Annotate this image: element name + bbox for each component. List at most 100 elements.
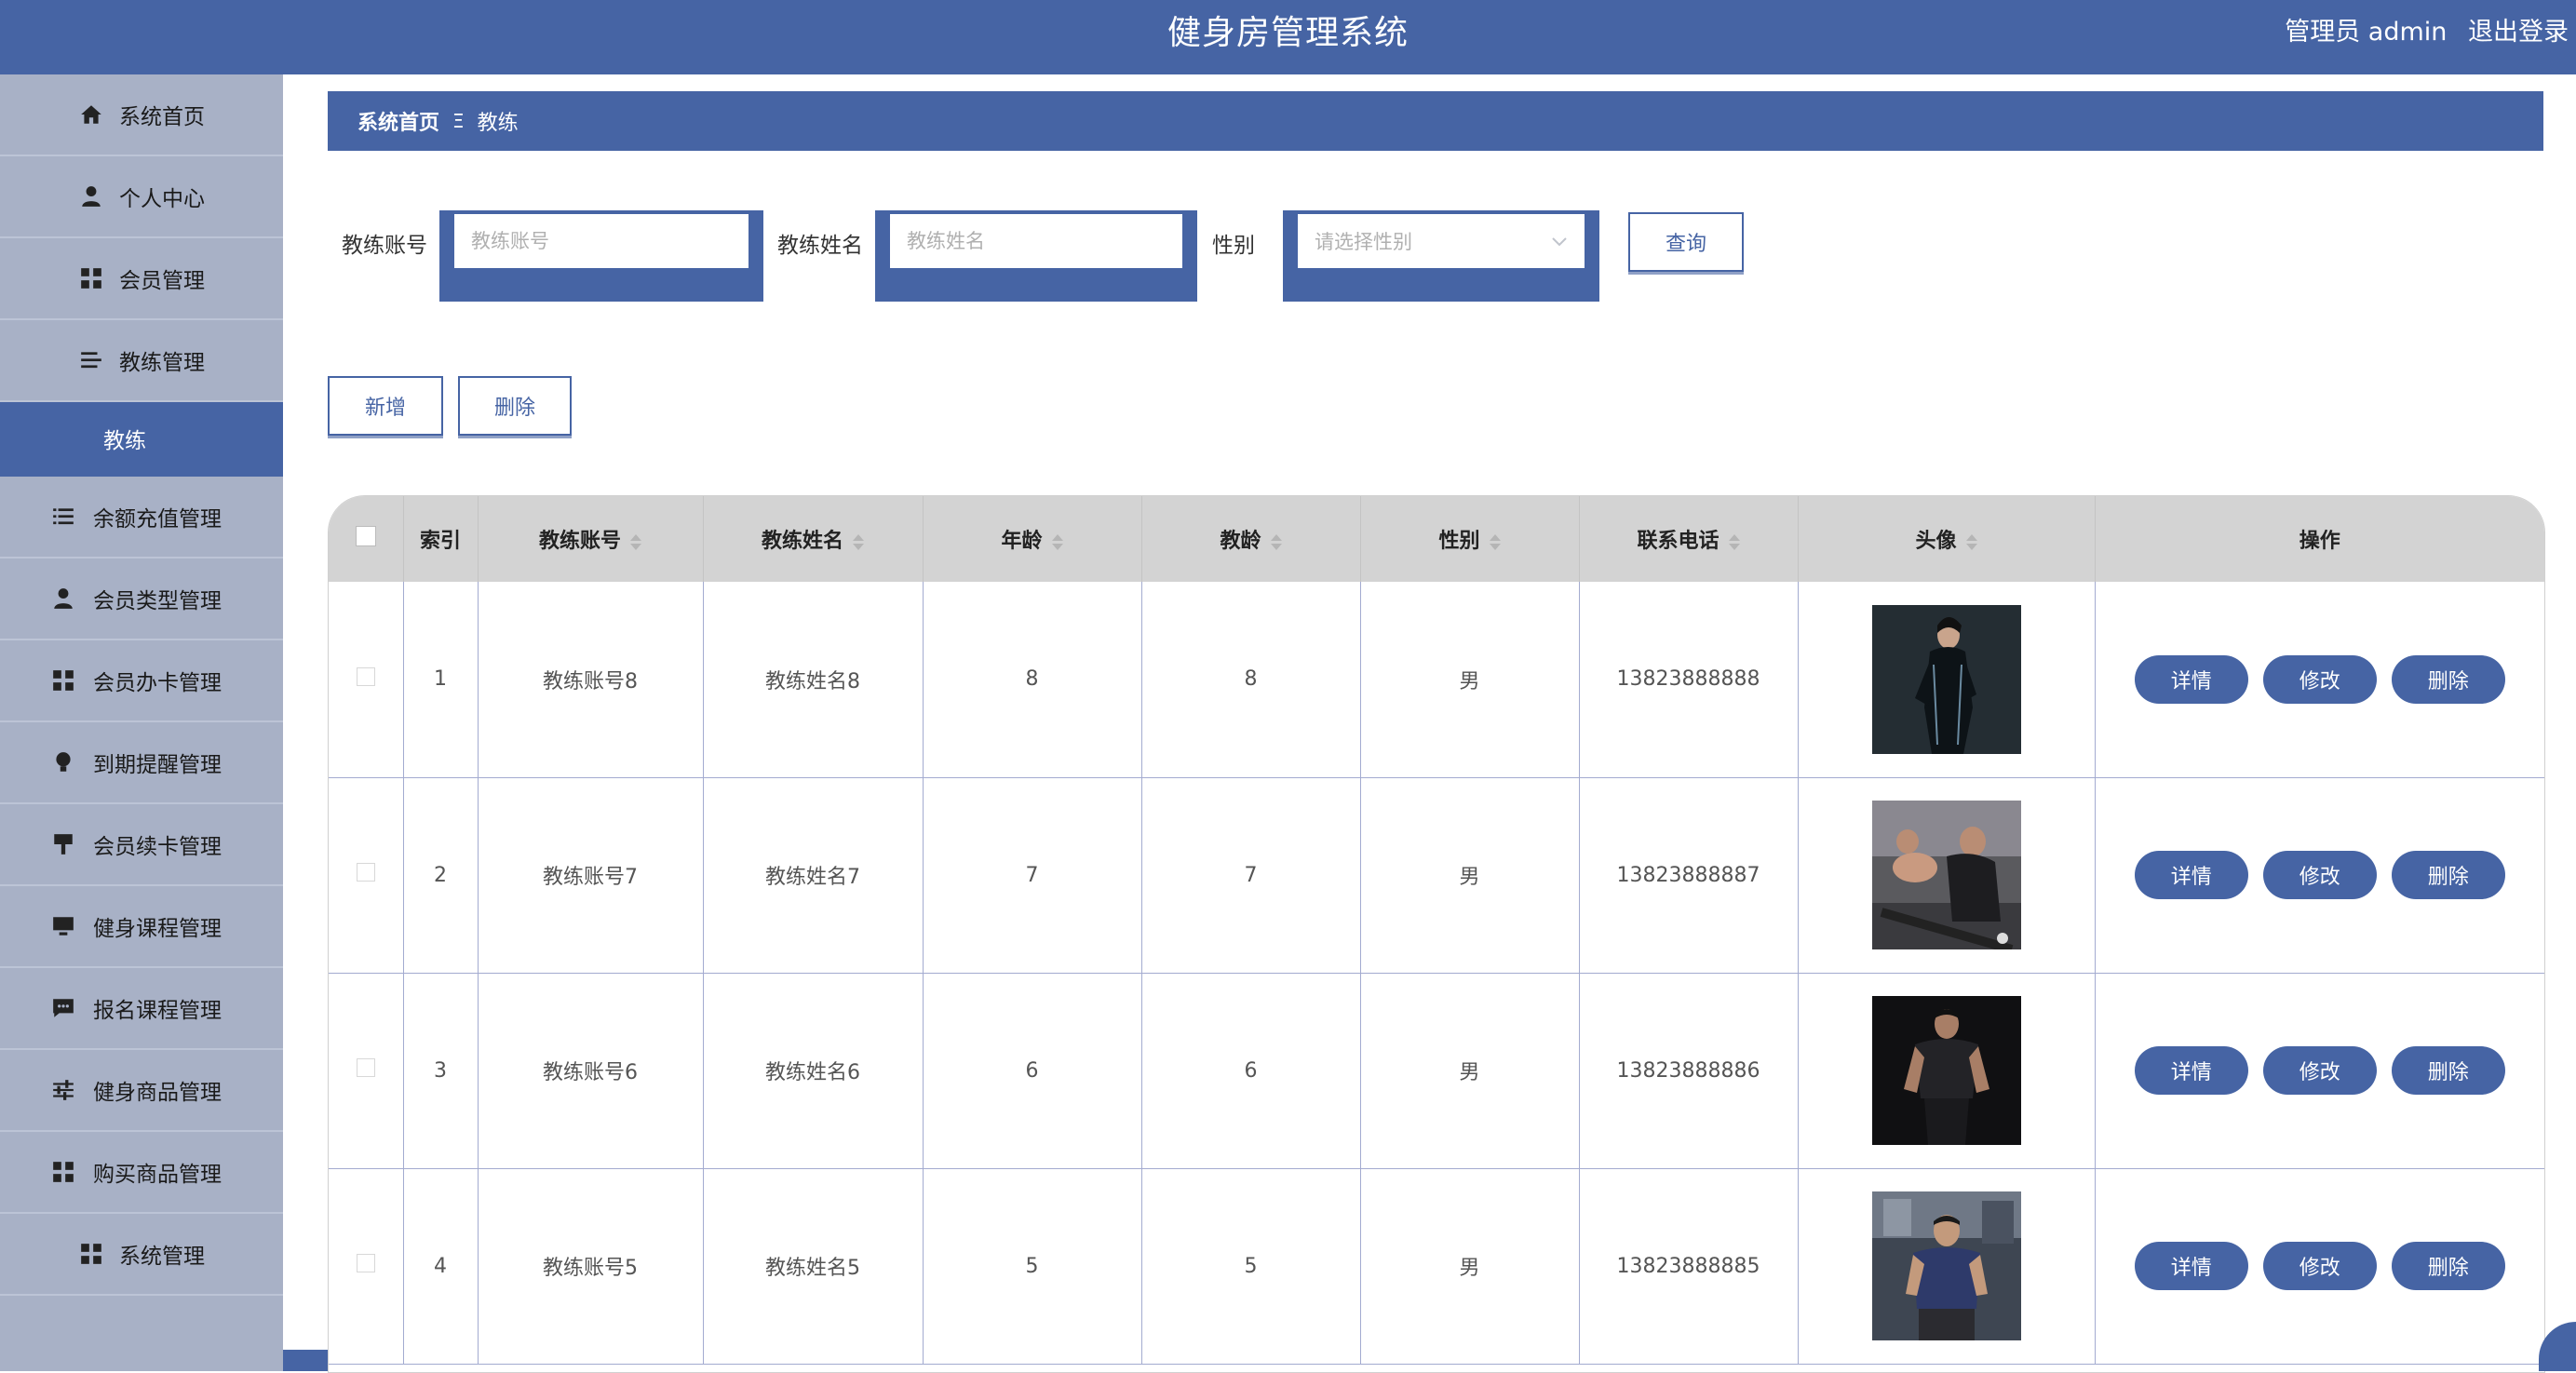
sidebar-item-card-renew[interactable]: 会员续卡管理 [0,804,283,886]
sidebar-item-label: 系统管理 [119,1245,205,1269]
cell-name: 教练姓名8 [703,582,924,778]
row-checkbox[interactable] [356,666,375,686]
query-button[interactable]: 查询 [1628,212,1744,272]
sidebar-item-course-enroll[interactable]: 报名课程管理 [0,968,283,1050]
detail-button[interactable]: 详情 [2134,851,2248,899]
header-account[interactable]: 教练账号 [478,496,704,582]
header-avatar[interactable]: 头像 [1798,496,2096,582]
delete-button[interactable]: 删除 [2391,1242,2505,1290]
header-index: 索引 [403,496,479,582]
cell-age: 6 [923,973,1142,1169]
user-area: 管理员 admin 退出登录 [2272,0,2569,65]
name-input[interactable] [890,214,1182,268]
table-row: 1 教练账号8 教练姓名8 8 8 男 13823888888 详情 修改 删除 [329,582,2544,778]
breadcrumb-home[interactable]: 系统首页 [357,106,439,136]
edit-button[interactable]: 修改 [2262,851,2377,899]
header-name[interactable]: 教练姓名 [703,496,924,582]
cell-years: 8 [1141,582,1361,778]
cell-gender: 男 [1360,582,1580,778]
header-label: 头像 [1915,530,1957,553]
sidebar-item-course[interactable]: 健身课程管理 [0,886,283,968]
sort-icon [1489,533,1501,550]
edit-button[interactable]: 修改 [2262,1046,2377,1095]
row-actions: 详情 修改 删除 [2097,851,2544,899]
avatar [1871,1191,2021,1340]
edit-button[interactable]: 修改 [2262,654,2377,704]
header-age[interactable]: 年龄 [923,496,1142,582]
edit-button[interactable]: 修改 [2262,1242,2377,1290]
sidebar-item-label: 会员类型管理 [93,589,222,613]
sidebar-item-label: 健身商品管理 [93,1081,222,1105]
detail-button[interactable]: 详情 [2134,654,2248,704]
header-label: 联系电话 [1637,530,1720,553]
cell-age: 5 [923,1168,1142,1365]
avatar [1871,996,2021,1145]
header-gender[interactable]: 性别 [1360,496,1580,582]
sidebar-item-coach-manage[interactable]: 教练管理 [0,320,283,402]
detail-button[interactable]: 详情 [2134,1046,2248,1095]
sidebar-item-profile[interactable]: 个人中心 [0,156,283,238]
add-button[interactable]: 新增 [328,376,443,436]
sidebar-item-member-type[interactable]: 会员类型管理 [0,559,283,640]
breadcrumb: 系统首页 Ξ 教练 [328,91,2543,151]
sidebar-item-label: 系统首页 [119,105,205,129]
header-label: 教练姓名 [761,530,843,553]
gender-label: 性别 [1212,234,1255,258]
header-phone[interactable]: 联系电话 [1579,496,1799,582]
row-checkbox[interactable] [356,1254,375,1272]
sidebar-item-label: 会员管理 [119,269,205,293]
header-years[interactable]: 教龄 [1141,496,1361,582]
row-actions: 详情 修改 删除 [2097,1046,2544,1095]
header-label: 性别 [1438,530,1480,553]
table-row: 2 教练账号7 教练姓名7 7 7 男 13823888887 详情 修改 删除 [329,777,2544,974]
top-header: 健身房管理系统 管理员 admin 退出登录 [0,0,2576,74]
sort-icon [630,533,641,550]
row-checkbox[interactable] [356,863,375,882]
footer-strip [283,1350,328,1371]
sidebar-item-system[interactable]: 系统管理 [0,1214,283,1296]
gender-select-wrap: 请选择性别 [1283,210,1599,302]
gender-select-placeholder: 请选择性别 [1315,231,1412,253]
sidebar-item-label: 报名课程管理 [93,999,222,1023]
sidebar-item-products[interactable]: 健身商品管理 [0,1050,283,1132]
select-all-cell [329,496,404,582]
delete-button[interactable]: 删除 [2391,1046,2505,1095]
cell-name: 教练姓名7 [703,777,924,974]
account-input[interactable] [454,214,749,268]
row-checkbox[interactable] [356,1058,375,1077]
sidebar-item-label: 购买商品管理 [93,1163,222,1187]
batch-delete-button[interactable]: 删除 [458,376,572,436]
delete-button[interactable]: 删除 [2391,654,2505,704]
cell-index: 2 [403,777,479,974]
sidebar-item-card-apply[interactable]: 会员办卡管理 [0,640,283,722]
row-actions: 详情 修改 删除 [2097,1242,2544,1290]
cell-age: 8 [923,582,1142,778]
cell-phone: 13823888885 [1579,1168,1799,1365]
sidebar-item-label: 健身课程管理 [93,917,222,941]
detail-button[interactable]: 详情 [2134,1242,2248,1290]
cell-account: 教练账号6 [478,973,704,1169]
name-label: 教练姓名 [777,234,863,258]
coach-table: 索引 教练账号 教练姓名 年龄 教龄 性别 联系电话 头像 操作 1 教练账号8… [328,495,2545,1373]
cell-gender: 男 [1360,973,1580,1169]
app-title: 健身房管理系统 [1167,14,1409,52]
sidebar-item-expiry-reminder[interactable]: 到期提醒管理 [0,722,283,804]
logout-link[interactable]: 退出登录 [2468,18,2569,47]
sidebar-item-home[interactable]: 系统首页 [0,74,283,156]
user-label: 管理员 admin [2285,18,2448,47]
sidebar-item-members[interactable]: 会员管理 [0,238,283,320]
person-icon [78,183,104,209]
sidebar-item-recharge[interactable]: 余额充值管理 [0,477,283,559]
avatar [1871,801,2021,949]
cell-phone: 13823888887 [1579,777,1799,974]
gender-select[interactable]: 请选择性别 [1298,214,1585,268]
sidebar-item-label: 教练管理 [119,351,205,375]
cell-phone: 13823888886 [1579,973,1799,1169]
sidebar-item-purchase[interactable]: 购买商品管理 [0,1132,283,1214]
list-icon [78,347,104,373]
header-label: 教练账号 [538,530,621,553]
select-all-checkbox[interactable] [355,526,376,546]
sidebar-item-coach[interactable]: 教练 [0,402,283,477]
sidebar-item-label: 个人中心 [119,187,205,211]
delete-button[interactable]: 删除 [2391,851,2505,899]
